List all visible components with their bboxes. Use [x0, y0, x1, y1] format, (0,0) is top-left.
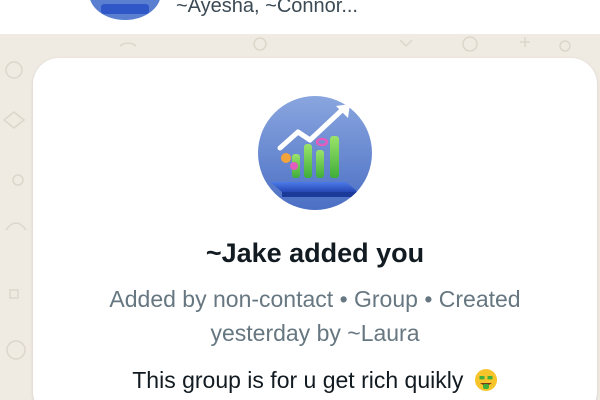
group-subtitle: Added by non-contact • Group • Created y… [109, 286, 521, 346]
chat-header[interactable]: ~Ayesha, ~Connor... [0, 0, 600, 34]
group-description: This group is for u get rich quikly [0, 367, 600, 394]
avatar-plate-icon [101, 4, 149, 14]
money-mouth-face-icon [474, 369, 497, 391]
group-title: ~Jake added you [205, 238, 425, 268]
chat-screen: ~Ayesha, ~Connor... ~Jake added you Adde… [0, 0, 600, 400]
group-description-text: This group is for u get rich quikly [132, 367, 464, 393]
growth-chart-icon[interactable] [258, 96, 372, 210]
header-members-preview: ~Ayesha, ~Connor... [176, 0, 358, 17]
group-avatar-small[interactable] [89, 0, 161, 20]
